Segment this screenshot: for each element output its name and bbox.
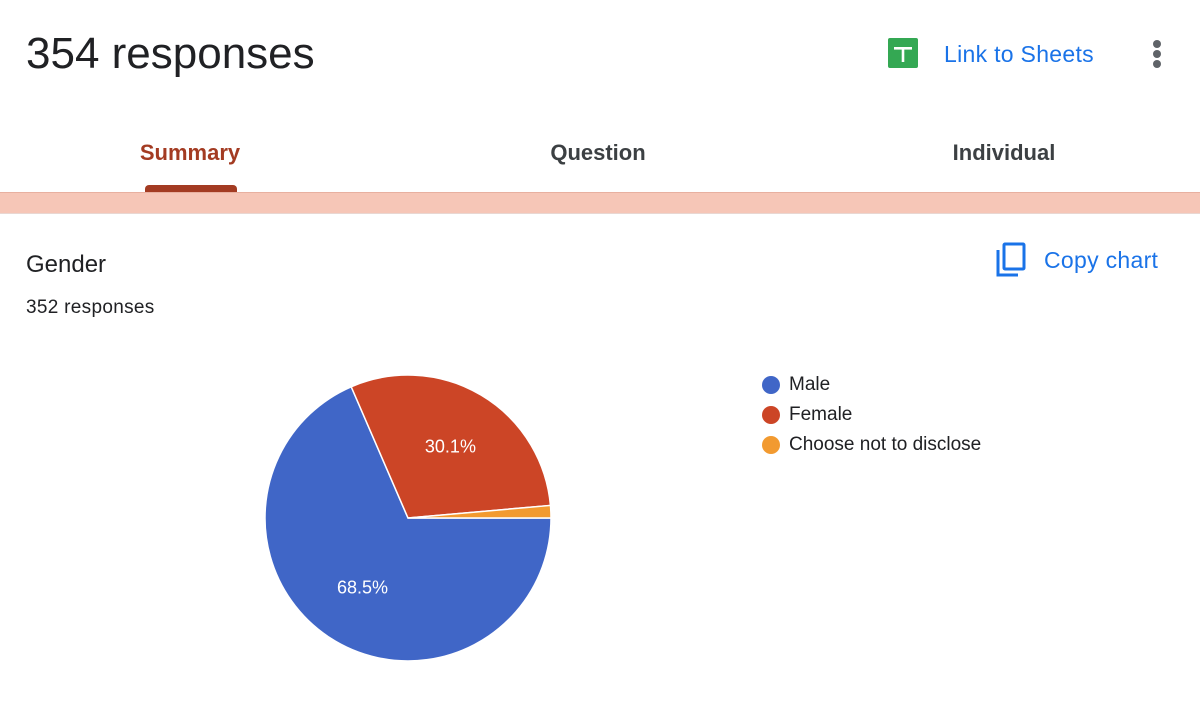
legend-label-undisclosed: Choose not to disclose [789, 434, 982, 455]
gender-pie-chart: 68.5% 30.1% [264, 374, 552, 662]
pie-label-female: 30.1% [425, 437, 476, 457]
legend-swatch-male [762, 376, 780, 394]
pie-label-male: 68.5% [337, 577, 388, 597]
legend-swatch-undisclosed [762, 436, 780, 454]
legend-label-male: Male [789, 374, 831, 395]
legend-swatch-female [762, 406, 780, 424]
legend-label-female: Female [789, 404, 853, 425]
